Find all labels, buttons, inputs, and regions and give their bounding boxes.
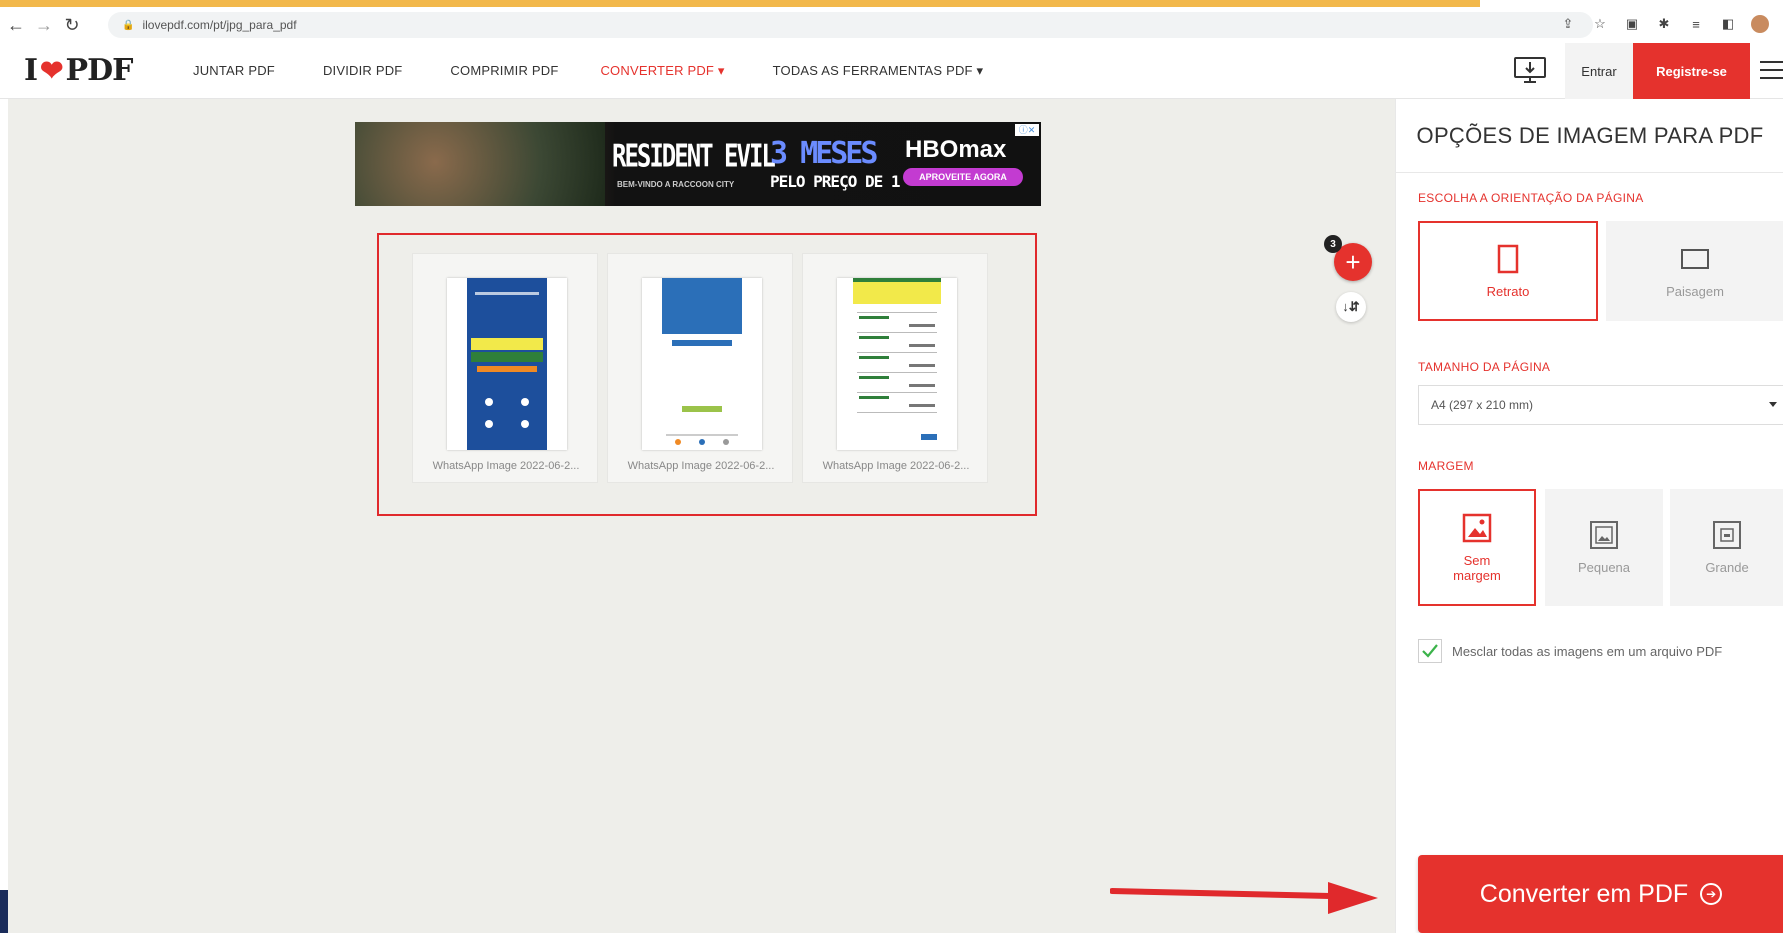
puzzle-icon[interactable]: ✱ (1655, 15, 1673, 33)
corner-decoration (0, 890, 8, 933)
margin-none-label: Sem margem (1453, 552, 1501, 583)
nav-comprimir-pdf[interactable]: COMPRIMIR PDF (450, 63, 558, 79)
image-large-margin-icon (1712, 520, 1742, 550)
image-small-margin-icon (1589, 520, 1619, 550)
sort-icon[interactable]: ↓⇵ (1336, 292, 1366, 322)
margin-small-label: Pequena (1577, 560, 1631, 575)
page-size-select[interactable]: A4 (297 x 210 mm) (1418, 385, 1783, 425)
file-count-badge: 3 (1324, 235, 1342, 253)
url-text: ilovepdf.com/pt/jpg_para_pdf (142, 18, 297, 32)
ad-photo (355, 122, 605, 206)
landscape-label: Paisagem (1666, 283, 1724, 299)
file-caption: WhatsApp Image 2022-06-2... (822, 460, 970, 472)
ad-subtitle: BEM-VINDO A RACCOON CITY (617, 180, 735, 189)
page-size-value: A4 (297 x 210 mm) (1431, 398, 1534, 412)
sidebar-title: OPÇÕES DE IMAGEM PARA PDF (1396, 99, 1783, 173)
workspace (8, 99, 1395, 933)
browser-toolbar: ← → ↻ 🔒 ilovepdf.com/pt/jpg_para_pdf ⇪ ☆… (0, 7, 1783, 43)
options-sidebar: OPÇÕES DE IMAGEM PARA PDF ESCOLHA A ORIE… (1395, 99, 1783, 933)
logo-word: PDF (65, 53, 134, 88)
convert-to-pdf-button[interactable]: Converter em PDF ➔ (1418, 855, 1783, 933)
orientation-portrait-option[interactable]: Retrato (1418, 221, 1598, 321)
orientation-landscape-option[interactable]: Paisagem (1606, 221, 1783, 321)
file-thumbnail (642, 278, 762, 450)
top-stripe (0, 0, 1783, 7)
convert-label: Converter em PDF (1479, 879, 1689, 908)
nav-todas-ferramentas[interactable]: TODAS AS FERRAMENTAS PDF ▾ (773, 63, 984, 79)
ad-title: RESIDENT EVIL (612, 137, 776, 175)
extension-icons: ⇪ ☆ ▣ ✱ ≡ ◧ (1559, 15, 1769, 33)
merge-label: Mesclar todas as imagens em um arquivo P… (1452, 643, 1723, 659)
left-strip (0, 99, 8, 933)
portrait-label: Retrato (1486, 283, 1530, 299)
margin-large-option[interactable]: Grande (1670, 489, 1783, 606)
back-icon[interactable]: ← (4, 13, 28, 37)
merge-checkbox[interactable] (1418, 639, 1442, 663)
nav-juntar-pdf[interactable]: JUNTAR PDF (193, 63, 275, 79)
landscape-icon (1680, 244, 1710, 274)
heart-icon: ❤ (40, 54, 63, 87)
ad-brand: HBOmax (905, 136, 1007, 163)
ilovepdf-logo[interactable]: I ❤ PDF (24, 53, 134, 88)
ad-close-icon[interactable]: ⓘ✕ (1015, 124, 1039, 136)
margin-small-option[interactable]: Pequena (1545, 489, 1663, 606)
merge-option[interactable]: Mesclar todas as imagens em um arquivo P… (1418, 639, 1722, 663)
arrow-right-circle-icon: ➔ (1700, 883, 1723, 905)
file-card[interactable]: WhatsApp Image 2022-06-2... (412, 253, 598, 483)
file-caption: WhatsApp Image 2022-06-2... (627, 460, 775, 472)
profile-avatar[interactable] (1751, 15, 1769, 33)
reload-icon[interactable]: ↻ (60, 13, 84, 37)
margin-label: MARGEM (1418, 459, 1474, 473)
forward-icon[interactable]: → (32, 13, 56, 37)
files-grid: WhatsApp Image 2022-06-2... WhatsApp Ima… (377, 233, 1037, 516)
page-size-label: TAMANHO DA PÁGINA (1418, 360, 1551, 374)
register-button[interactable]: Registre-se (1633, 43, 1750, 99)
ad-offer-sub: PELO PREÇO DE 1 (770, 172, 900, 191)
ad-offer: 3 MESES (770, 136, 878, 171)
file-card[interactable]: WhatsApp Image 2022-06-2... (607, 253, 793, 483)
desktop-app-icon[interactable] (1512, 55, 1548, 85)
check-icon (1422, 644, 1438, 658)
orientation-label: ESCOLHA A ORIENTAÇÃO DA PÁGINA (1418, 191, 1644, 205)
login-button[interactable]: Entrar (1565, 43, 1633, 99)
nav-converter-pdf[interactable]: CONVERTER PDF ▾ (600, 63, 724, 79)
share-icon[interactable]: ⇪ (1559, 15, 1577, 33)
lock-icon: 🔒 (122, 19, 135, 31)
file-thumbnail (447, 278, 567, 450)
hamburger-menu-icon[interactable] (1760, 61, 1783, 81)
main-nav: JUNTAR PDF DIVIDIR PDF COMPRIMIR PDF CON… (193, 63, 1031, 79)
star-icon[interactable]: ☆ (1591, 15, 1609, 33)
nav-dividir-pdf[interactable]: DIVIDIR PDF (323, 63, 402, 79)
image-icon (1462, 513, 1492, 543)
file-card[interactable]: WhatsApp Image 2022-06-2... (802, 253, 988, 483)
address-bar[interactable]: 🔒 ilovepdf.com/pt/jpg_para_pdf (108, 12, 1593, 38)
margin-none-option[interactable]: Sem margem (1418, 489, 1536, 606)
window-icon[interactable]: ◧ (1719, 15, 1737, 33)
chevron-down-icon (1769, 402, 1777, 407)
advertisement-banner[interactable]: RESIDENT EVIL BEM-VINDO A RACCOON CITY 3… (355, 122, 1041, 206)
red-arrow-annotation (1110, 882, 1378, 914)
extension-icon[interactable]: ▣ (1623, 15, 1641, 33)
file-thumbnail (837, 278, 957, 450)
portrait-icon (1493, 244, 1523, 274)
margin-large-label: Grande (1705, 560, 1749, 575)
ad-cta-button[interactable]: APROVEITE AGORA (903, 168, 1023, 186)
site-header: I ❤ PDF JUNTAR PDF DIVIDIR PDF COMPRIMIR… (0, 43, 1783, 99)
file-caption: WhatsApp Image 2022-06-2... (432, 460, 580, 472)
logo-letter: I (24, 53, 38, 88)
playlist-icon[interactable]: ≡ (1687, 15, 1705, 33)
